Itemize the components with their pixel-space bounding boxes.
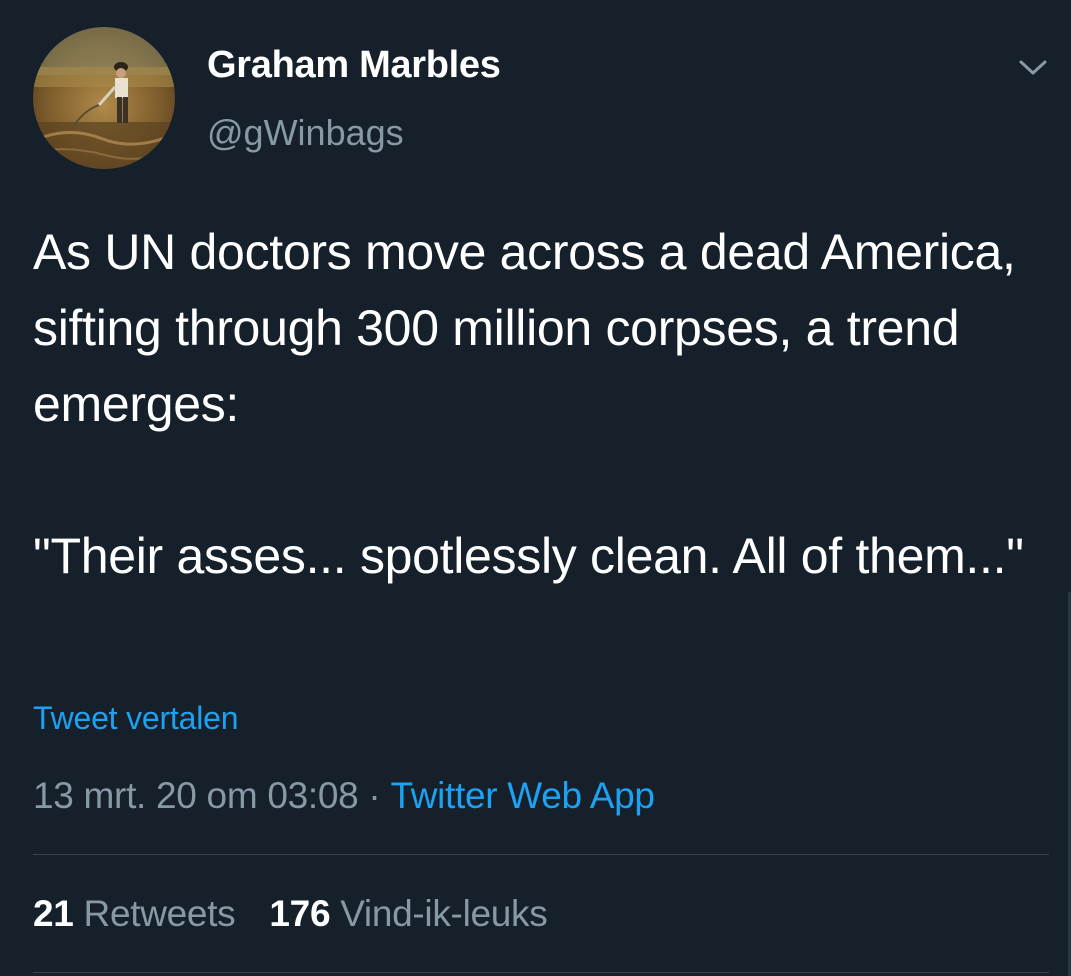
tweet-paragraph: "Their asses... spotlessly clean. All of… [33, 528, 1024, 584]
likes-count: 176 [269, 893, 331, 934]
avatar[interactable] [33, 27, 175, 169]
tweet-meta: 13 mrt. 20 om 03:08 · Twitter Web App [33, 775, 655, 817]
tweet-stats: 21 Retweets 176 Vind-ik-leuks [33, 893, 548, 935]
retweets-label: Retweets [83, 893, 236, 934]
author-handle[interactable]: @gWinbags [207, 112, 404, 154]
likes-label: Vind-ik-leuks [340, 893, 548, 934]
tweet-timestamp[interactable]: 13 mrt. 20 om 03:08 [33, 775, 359, 816]
divider [33, 972, 1049, 973]
author-display-name[interactable]: Graham Marbles [207, 44, 501, 87]
avatar-painting-image [33, 27, 175, 169]
translate-tweet-link[interactable]: Tweet vertalen [33, 700, 239, 737]
tweet-paragraph: As UN doctors move across a dead America… [33, 224, 1016, 432]
retweets-stat[interactable]: 21 Retweets [33, 893, 236, 934]
divider [33, 854, 1049, 855]
chevron-down-icon[interactable] [1016, 52, 1050, 82]
likes-stat[interactable]: 176 Vind-ik-leuks [269, 893, 547, 934]
meta-separator: · [368, 775, 381, 816]
retweets-count: 21 [33, 893, 74, 934]
tweet-card: Graham Marbles @gWinbags As UN doctors m… [0, 0, 1071, 976]
tweet-source-link[interactable]: Twitter Web App [390, 775, 655, 816]
tweet-text: As UN doctors move across a dead America… [33, 214, 1043, 594]
